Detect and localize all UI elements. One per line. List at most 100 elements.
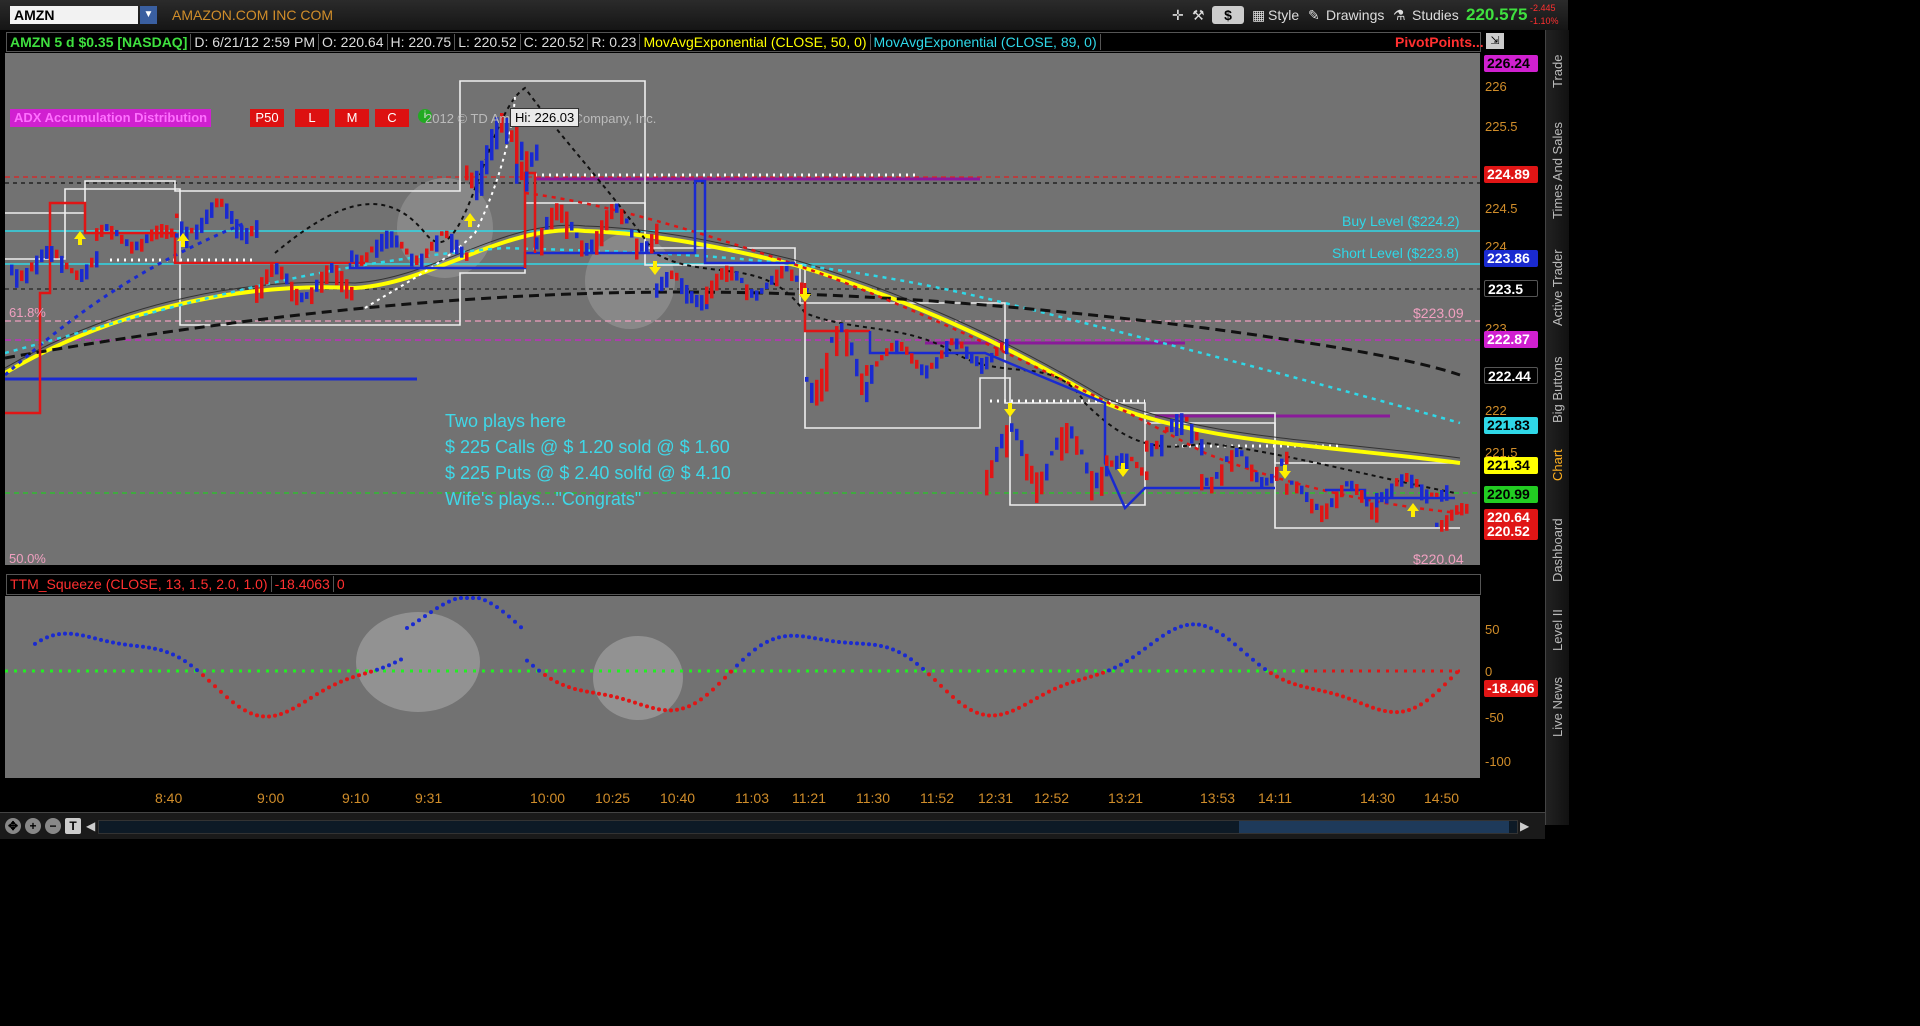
candle [1210,476,1214,494]
candle [1415,478,1419,488]
candle [125,239,129,247]
candle [1355,484,1359,495]
side-tab[interactable]: Chart [1550,440,1565,490]
candle [900,341,904,352]
accum-box-c[interactable]: C [375,109,409,127]
chart-info-bar: AMZN 5 d $0.35 [NASDAQ] D: 6/21/12 2:59 P… [6,32,1481,52]
price-panel[interactable]: ADX Accumulation Distribution P50 L M C … [5,53,1480,565]
oscillator-dot [957,699,961,704]
time-axis[interactable]: 8:40 9:00 9:10 9:31 10:00 10:25 10:40 11:03 11:2… [0,780,1545,812]
oscillator-dot [1029,699,1033,704]
accum-box-l[interactable]: L [295,109,329,127]
oscillator-dot [471,596,475,600]
oscillator-dot [1275,674,1279,679]
crosshair-icon[interactable]: ✛ [1172,6,1184,24]
bar-date: D: 6/21/12 2:59 PM [191,34,319,50]
chart-scrollbar[interactable] [98,820,1518,834]
ttm-squeeze-label[interactable]: TTM_Squeeze (CLOSE, 13, 1.5, 2.0, 1.0) [7,576,272,592]
chart-settings-icon[interactable]: ⇲ [1486,33,1504,49]
oscillator-dot [411,622,415,627]
drawings-button[interactable]: Drawings [1326,6,1384,24]
lower-study-panel[interactable] [5,596,1480,778]
oscillator-dot [1311,686,1315,691]
studies-button[interactable]: Studies [1412,6,1459,24]
oscillator-dot [1359,701,1363,706]
candle [475,170,479,201]
side-tab[interactable]: Dashboard [1550,505,1565,595]
symbol-dropdown-icon[interactable]: ▼ [140,6,157,24]
candle [210,202,214,218]
oscillator-dot [771,637,775,642]
candle [575,232,579,239]
dollar-button[interactable]: $ [1212,6,1244,24]
candle [1440,490,1444,502]
oscillator-dot [681,706,685,711]
ttm-squeeze-zero: 0 [336,576,345,592]
candle [90,257,94,268]
pan-icon[interactable]: ✥ [5,818,21,834]
candle [1155,440,1159,450]
accum-box-p50[interactable]: P50 [250,109,284,127]
side-tab[interactable]: Times And Sales [1550,110,1565,230]
accum-box-m[interactable]: M [335,109,369,127]
oscillator-dot [627,698,631,703]
time-tick: 14:50 [1424,790,1460,806]
oscillator-dot [975,710,979,715]
oscillator-dot [1383,709,1387,714]
candle [760,288,764,294]
candle [820,368,824,402]
study-ema89-label[interactable]: MovAvgExponential (CLOSE, 89, 0) [870,34,1101,50]
side-tab[interactable]: Level II [1550,598,1565,663]
candle [1445,485,1449,501]
candle [175,213,179,218]
bar-high: H: 220.75 [387,34,456,50]
style-button[interactable]: Style [1268,6,1299,24]
oscillator-dot [267,714,271,719]
oscillator-dot [795,633,799,638]
study-pivots-label[interactable]: PivotPoints... [1395,34,1484,50]
oscillator-dot [1191,622,1195,627]
candle [540,227,544,256]
candle [710,280,714,299]
text-tool-icon[interactable]: T [65,818,81,834]
oscillator-dot [1335,692,1339,697]
symbol-input[interactable]: AMZN [10,6,138,24]
candle [1150,442,1154,457]
side-tab[interactable]: Trade [1550,36,1565,106]
candle [680,278,684,295]
candle [35,255,39,275]
candle [1005,425,1009,458]
down-arrow-icon [1279,465,1291,479]
candle [1320,505,1324,523]
candle [570,221,574,231]
scroll-right-icon[interactable]: ▶ [1520,819,1529,833]
oscillator-dot [171,652,175,657]
down-arrow-icon [1004,403,1016,417]
candle [75,270,79,280]
candle [465,252,469,261]
scroll-left-icon[interactable]: ◀ [86,819,95,833]
wrench-icon[interactable]: ⚒ [1192,6,1205,24]
zoom-in-icon[interactable]: + [25,818,41,834]
candle [325,265,329,285]
scrollbar-thumb[interactable] [1239,821,1509,833]
oscillator-dot [225,695,229,700]
oscillator-dot [1407,707,1411,712]
zoom-out-icon[interactable]: − [45,818,61,834]
accumulation-study-label[interactable]: ADX Accumulation Distribution [10,109,212,127]
candle [635,238,639,260]
study-ema50-label[interactable]: MovAvgExponential (CLOSE, 50, 0) [640,34,871,50]
candle [885,348,889,357]
candle [1180,413,1184,436]
side-tab[interactable]: Live News [1550,670,1565,745]
candle [1065,423,1069,454]
candle [725,265,729,282]
candle [895,340,899,355]
candle [930,362,934,369]
side-tab[interactable]: Big Buttons [1550,345,1565,435]
side-tab[interactable]: Active Trader [1550,235,1565,340]
candle [525,171,529,192]
price-axis[interactable]: 226 225.5 224.5 224 223 222 221.5 221 22… [1481,53,1545,565]
short-level-label: Short Level ($223.8) [1332,245,1459,261]
oscillator-dot [375,667,379,672]
